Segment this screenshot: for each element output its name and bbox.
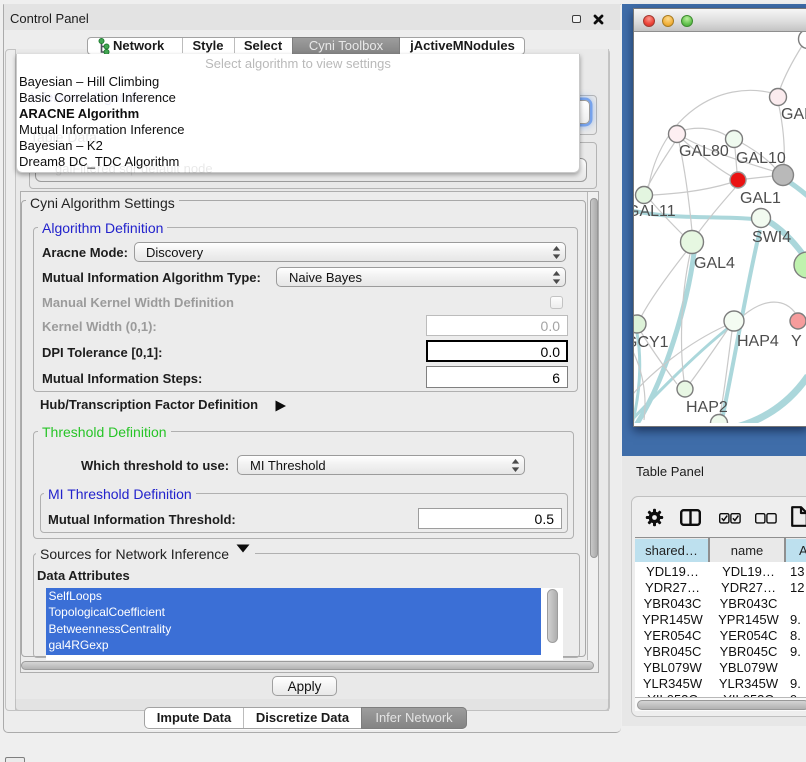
svg-text:Y: Y	[791, 333, 802, 350]
svg-text:SWI4: SWI4	[752, 229, 791, 246]
svg-text:GAL11: GAL11	[634, 203, 676, 220]
svg-text:GAL10: GAL10	[736, 150, 786, 167]
svg-text:GAL1: GAL1	[740, 190, 781, 207]
svg-text:GAL80: GAL80	[679, 143, 729, 160]
svg-text:HAP2: HAP2	[686, 399, 728, 416]
svg-text:GAL7: GAL7	[781, 106, 806, 123]
svg-text:GCY1: GCY1	[634, 334, 669, 351]
svg-text:HAP4: HAP4	[737, 333, 779, 350]
svg-text:GAL4: GAL4	[694, 255, 735, 272]
